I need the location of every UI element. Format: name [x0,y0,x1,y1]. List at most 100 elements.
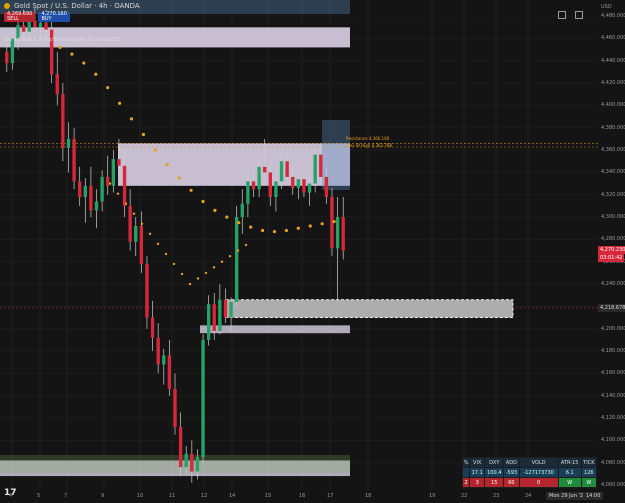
ma-dot [189,188,193,192]
market-header-cell: DXY [484,457,505,468]
candle-body [44,22,48,30]
price-tick: 4,380.000 [601,124,625,131]
price-tick: 4,460.000 [601,35,625,42]
ma-dot [284,228,289,233]
market-header-cell: VOLD [518,457,559,468]
time-tick: 15 [265,493,272,499]
ma-dot [124,202,128,205]
ma-dot [132,212,136,215]
candle-body [218,299,222,331]
candle-body [111,159,116,186]
ma-dot [320,222,324,226]
price-tick: 4,300.000 [601,214,625,221]
time-tick: 22 [461,493,468,499]
ma-dot [272,230,277,234]
ma-dot [228,254,232,258]
candle-body [335,217,340,249]
time-tick: 18 [365,493,372,499]
ma-dot [70,52,74,56]
candle-body [268,172,272,197]
ma-dot [213,208,217,212]
candle-body [274,181,278,197]
chart-window-controls [558,11,583,19]
market-header-cell: TICK [580,457,598,468]
candle-body [240,203,244,218]
time-tick: 14 [229,493,236,499]
ma-dot [148,232,152,236]
chart-area[interactable]: Gold Spot / U.S. Dollar · 4h · OANDA 4,2… [0,0,625,503]
candle-body [324,176,329,197]
candle-body [341,217,345,251]
sell-button[interactable]: 4,269.690 SELL [4,12,36,22]
restore-icon[interactable] [575,11,583,19]
candle-body [21,25,26,32]
ma-dot [177,176,181,180]
price-tick: 4,180.000 [601,348,625,355]
ma-dot [220,260,224,263]
price-tick: 4,480.000 [601,13,625,20]
candle-body [134,226,138,242]
candle-body [212,304,216,331]
ma-dot [237,221,241,225]
price-axis[interactable]: USD 4,480.000 4,460.000 4,440.000 4,420.000… [598,0,625,490]
resistance-label: Resistance 4,366.100 [346,136,390,141]
candle-body [5,51,9,64]
candle-body [117,159,121,166]
ma-dot [180,272,184,276]
price-tick: 4,280.000 [601,236,625,243]
ma-dot [108,182,112,185]
time-tick: 24 [525,493,532,499]
time-cursor-hour: 14:00 [583,492,604,500]
line-price-tag: 4,218.678 [598,303,625,312]
price-tick: 4,440.000 [601,57,625,64]
price-tick: 4,360.000 [601,147,625,154]
candle-body [251,181,256,190]
sell-label: SELL [7,16,19,22]
market-header-cell: VIX [469,457,486,468]
candle-body [128,205,132,242]
ma-dot [106,86,110,90]
time-axis[interactable]: 4 5 7 9 10 11 12 14 15 16 17 18 19 22 23 24 [0,490,598,503]
indicator-legend[interactable]: Bar's Close 2 2 Top/Bottom Right 20 norm… [4,37,121,43]
price-tick: 4,080.000 [601,459,625,466]
candle-body [55,74,59,95]
market-signal-cell: 2 [461,477,471,488]
ma-dot [94,72,98,76]
symbol-header[interactable]: Gold Spot / U.S. Dollar · 4h · OANDA [4,2,140,10]
ma-dot [82,61,86,65]
ma-dot [58,45,62,50]
market-signal-cell: W [580,477,598,488]
ma-dot [236,249,240,252]
time-tick: 23 [493,493,500,499]
buy-button[interactable]: 4,270.160 BUY [38,12,70,22]
time-tick: 11 [169,493,176,499]
market-header-cell: ATR-15 [557,457,582,468]
ma-dot [129,117,134,121]
price-tick: 4,340.000 [601,169,625,176]
candle-body [285,161,289,177]
candle-body [61,94,65,148]
ma-dot [172,262,176,266]
market-signal-cell: 0 [518,477,559,488]
candle-body [150,317,155,338]
ma-dot [201,199,205,204]
market-signal-cell: 15 [484,477,505,488]
market-header-cell: ADD [503,457,520,468]
price-tick: 4,100.000 [601,437,625,444]
maximize-icon[interactable] [558,11,566,19]
market-internals-table: % VIX DXY ADD VOLD ATR-15 TICK 17.1 100.4 -593 -1… [461,457,598,488]
candle-body [145,263,149,318]
market-signal-cell: 60 [503,477,520,488]
symbol-title[interactable]: Gold Spot / U.S. Dollar · 4h · OANDA [14,2,140,10]
market-value-cell [461,467,471,478]
market-table-header: % VIX DXY ADD VOLD ATR-15 TICK [461,457,598,468]
price-tick: 4,420.000 [601,80,625,87]
ma-dot [156,242,160,246]
candle-body [246,181,250,204]
ma-dot [140,222,144,225]
ma-dot [153,148,157,152]
price-chart[interactable] [0,0,598,490]
candle-body [302,179,306,193]
price-tick: 4,200.000 [601,325,625,332]
price-tick: 4,240.000 [601,281,625,288]
